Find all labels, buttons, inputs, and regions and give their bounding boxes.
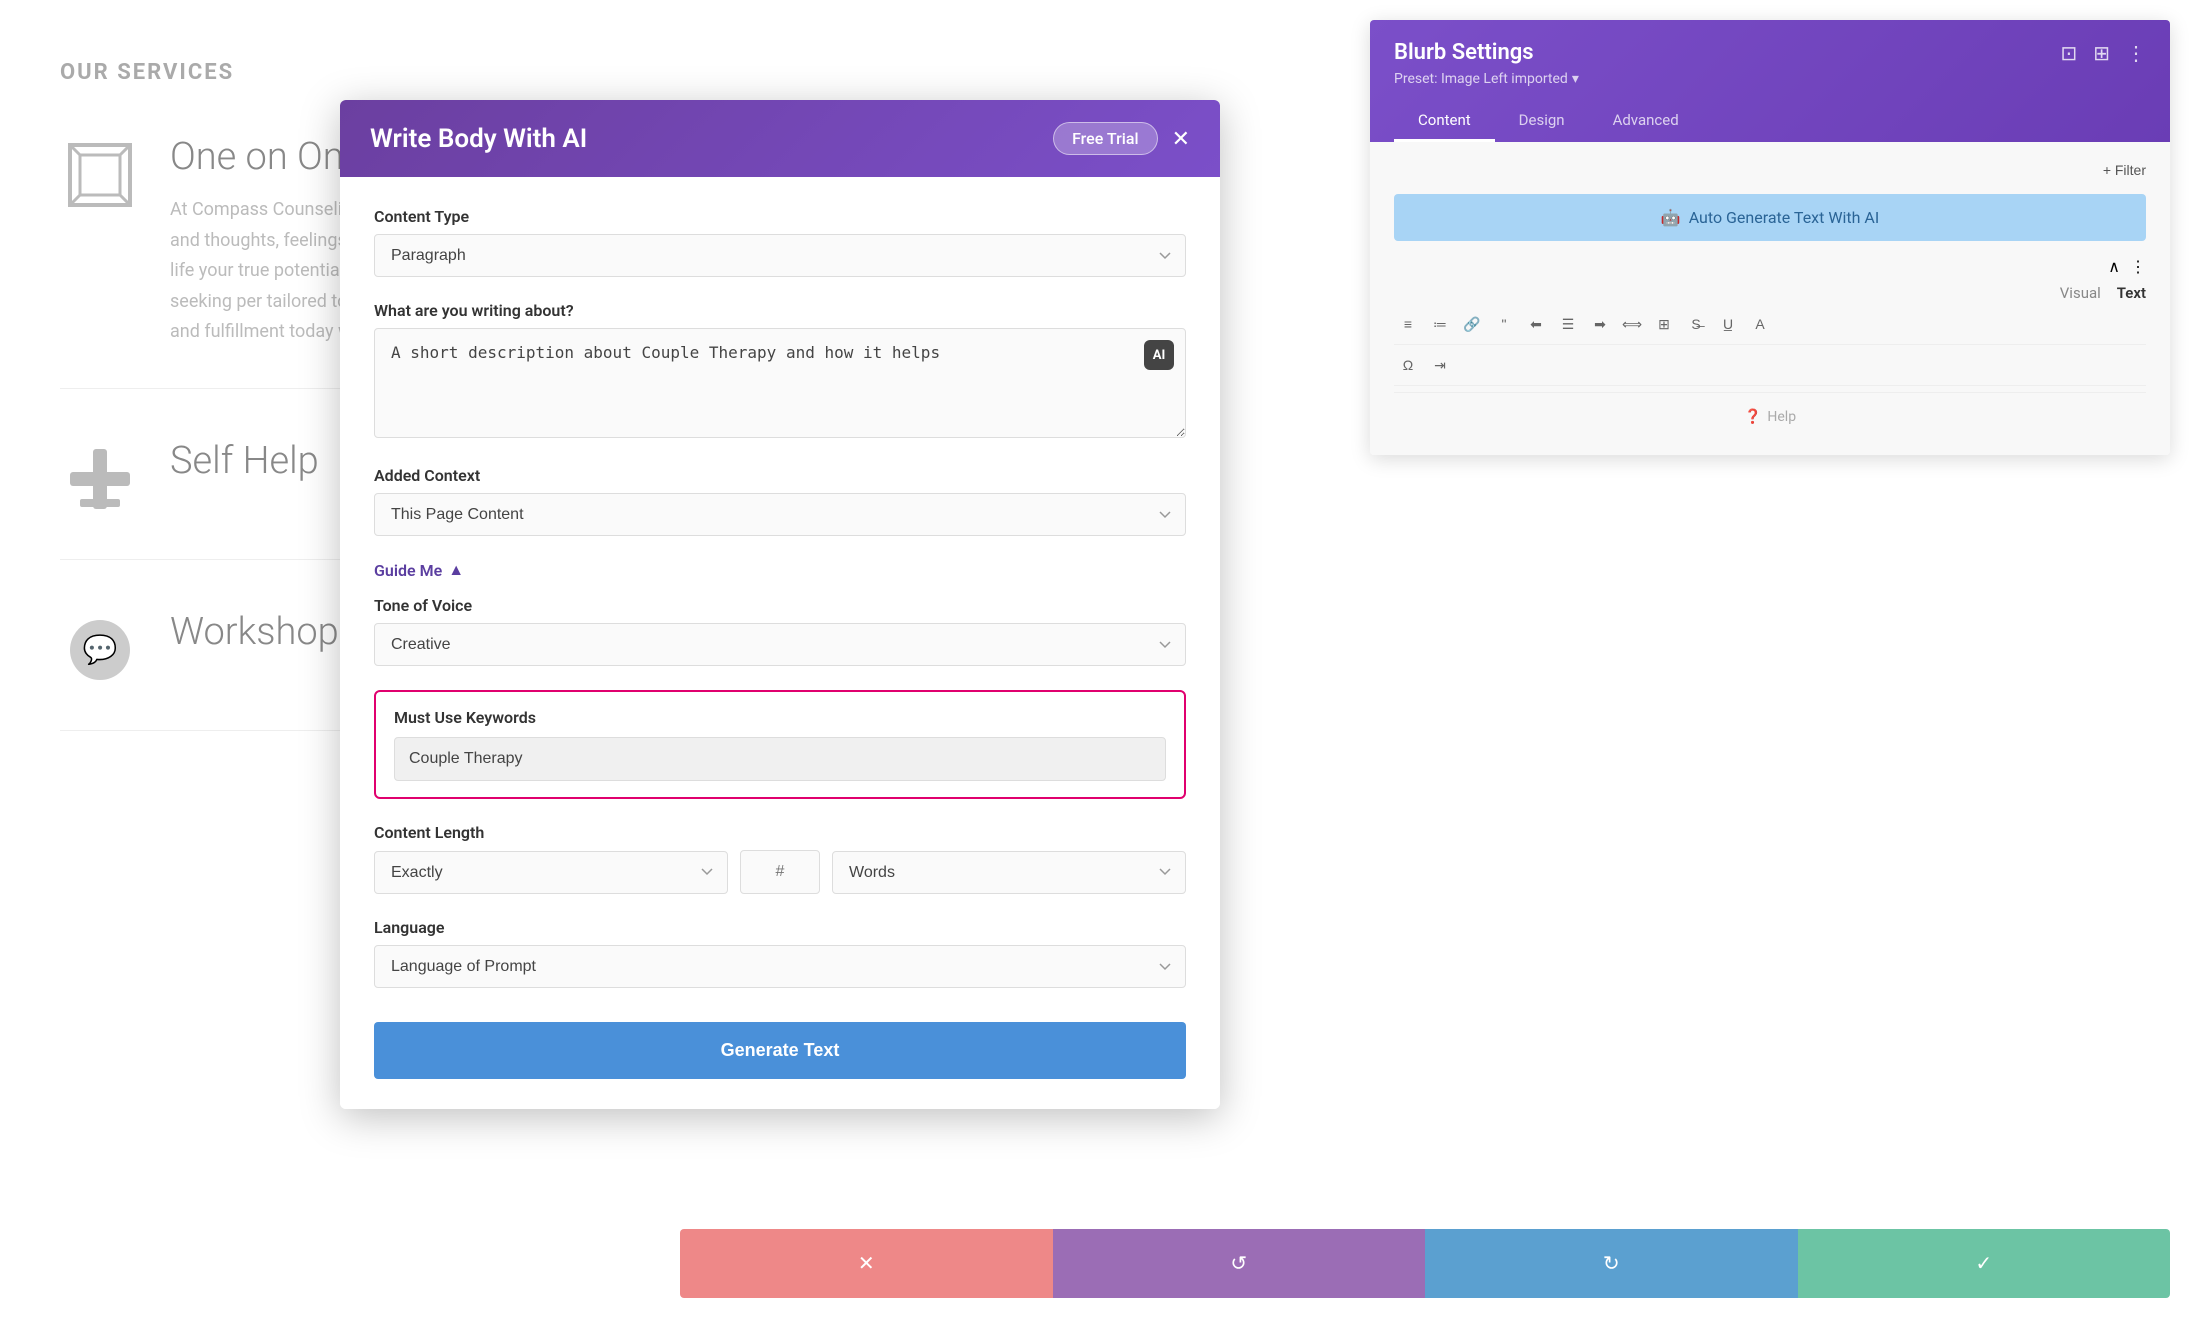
align-justify-btn[interactable]: ⟺ [1618,310,1646,338]
added-context-group: Added Context This Page Content [374,466,1186,536]
color-btn[interactable]: A [1746,310,1774,338]
self-help-content: Self Help [170,439,319,499]
keywords-label: Must Use Keywords [394,708,1166,727]
ai-modal-body: Content Type Paragraph What are you writ… [340,177,1220,1109]
language-label: Language [374,918,1186,937]
keywords-section: Must Use Keywords [374,690,1186,799]
section-divider-3 [1394,392,2146,393]
visual-text-toggle: Visual Text [1394,284,2146,302]
tab-design[interactable]: Design [1495,101,1589,142]
ai-modal-title: Write Body With AI [370,124,587,154]
free-trial-badge: Free Trial [1053,122,1158,155]
guide-me-row: Guide Me ▲ [374,560,1186,580]
tone-of-voice-group: Tone of Voice Creative [374,596,1186,666]
chevron-up-icon[interactable]: ∧ [2108,257,2120,276]
content-type-group: Content Type Paragraph [374,207,1186,277]
number-input[interactable] [740,850,820,894]
blurb-header: Blurb Settings ⊡ ⊞ ⋮ Preset: Image Left … [1370,20,2170,142]
tone-of-voice-label: Tone of Voice [374,596,1186,615]
toolbar-divider [1394,344,2146,345]
content-type-select[interactable]: Paragraph [374,234,1186,277]
bottom-action-bar: ✕ ↺ ↻ ✓ [680,1229,2170,1298]
generate-text-button[interactable]: Generate Text [374,1022,1186,1079]
medical-icon [60,439,140,519]
ai-write-modal: Write Body With AI Free Trial ✕ Content … [340,100,1220,1109]
ai-badge: AI [1144,340,1174,370]
blurb-header-top: Blurb Settings ⊡ ⊞ ⋮ [1394,40,2146,65]
more-icon[interactable]: ⋮ [2126,41,2146,65]
what-writing-group: What are you writing about? A short desc… [374,301,1186,442]
visual-label[interactable]: Visual [2060,284,2101,302]
blurb-tabs: Content Design Advanced [1394,101,2146,142]
language-select[interactable]: Language of Prompt [374,945,1186,988]
filter-bar: + Filter [1394,162,2146,178]
textarea-wrapper: A short description about Couple Therapy… [374,328,1186,442]
more-options-icon[interactable]: ⋮ [2130,257,2146,276]
redo-action-button[interactable]: ↻ [1425,1229,1798,1298]
our-services-label: OUR SERVICES [60,60,720,85]
what-writing-label: What are you writing about? [374,301,1186,320]
added-context-select[interactable]: This Page Content [374,493,1186,536]
ai-modal-header-right: Free Trial ✕ [1053,122,1190,155]
strikethrough-btn[interactable]: S̶ [1682,310,1710,338]
special-char-btn[interactable]: Ω [1394,351,1422,379]
blurb-title: Blurb Settings [1394,40,1534,65]
help-row: ❓ Help [1394,399,2146,435]
blurb-preset: Preset: Image Left imported ▾ [1394,71,2146,87]
ai-modal-header: Write Body With AI Free Trial ✕ [340,100,1220,177]
exactly-select[interactable]: Exactly [374,851,728,894]
self-help-title: Self Help [170,439,319,483]
indent-btn[interactable]: ⇥ [1426,351,1454,379]
maximize-icon[interactable]: ⊡ [2060,41,2077,65]
align-center-btn[interactable]: ☰ [1554,310,1582,338]
what-writing-textarea[interactable]: A short description about Couple Therapy… [374,328,1186,438]
text-label[interactable]: Text [2117,284,2146,302]
undo-action-button[interactable]: ↺ [1053,1229,1426,1298]
section-divider-2 [1394,385,2146,386]
help-icon: ❓ [1744,409,1761,425]
blurb-settings-panel: Blurb Settings ⊡ ⊞ ⋮ Preset: Image Left … [1370,20,2170,455]
workshops-title: Workshops [170,610,358,654]
confirm-action-button[interactable]: ✓ [1798,1229,2171,1298]
svg-text:💬: 💬 [83,633,118,666]
grid-icon[interactable]: ⊞ [2093,41,2110,65]
content-length-row: Exactly Words [374,850,1186,894]
content-type-label: Content Type [374,207,1186,226]
words-select[interactable]: Words [832,851,1186,894]
keywords-input[interactable] [394,737,1166,781]
table-btn[interactable]: ⊞ [1650,310,1678,338]
ai-icon-small: 🤖 [1661,208,1681,227]
blurb-body: + Filter 🤖 Auto Generate Text With AI ∧ … [1370,142,2170,455]
tone-of-voice-select[interactable]: Creative [374,623,1186,666]
toolbar-row-2: Ω ⇥ [1394,351,2146,379]
tab-content[interactable]: Content [1394,101,1495,142]
workshops-content: Workshops [170,610,358,670]
frame-icon [60,135,140,215]
language-group: Language Language of Prompt [374,918,1186,988]
guide-me-arrow-icon: ▲ [448,560,464,580]
toolbar-row: ≡ ≔ 🔗 " ⬅ ☰ ➡ ⟺ ⊞ S̶ U̲ A [1394,310,2146,338]
help-label[interactable]: Help [1767,409,1796,425]
added-context-label: Added Context [374,466,1186,485]
chevron-row: ∧ ⋮ [1394,257,2146,276]
link-btn[interactable]: 🔗 [1458,310,1486,338]
auto-generate-bar[interactable]: 🤖 Auto Generate Text With AI [1394,194,2146,241]
content-length-group: Content Length Exactly Words [374,823,1186,894]
blurb-header-icons: ⊡ ⊞ ⋮ [2060,41,2146,65]
underline-btn[interactable]: U̲ [1714,310,1742,338]
filter-button[interactable]: + Filter [2103,162,2146,178]
numbered-list-btn[interactable]: ≔ [1426,310,1454,338]
tab-advanced[interactable]: Advanced [1589,101,1703,142]
quote-btn[interactable]: " [1490,310,1518,338]
content-length-label: Content Length [374,823,1186,842]
guide-me-link[interactable]: Guide Me ▲ [374,560,1186,580]
align-left-btn[interactable]: ⬅ [1522,310,1550,338]
close-modal-button[interactable]: ✕ [1172,128,1190,150]
bullet-list-btn[interactable]: ≡ [1394,310,1422,338]
chat-icon: 💬 [60,610,140,690]
align-right-btn[interactable]: ➡ [1586,310,1614,338]
cancel-action-button[interactable]: ✕ [680,1229,1053,1298]
